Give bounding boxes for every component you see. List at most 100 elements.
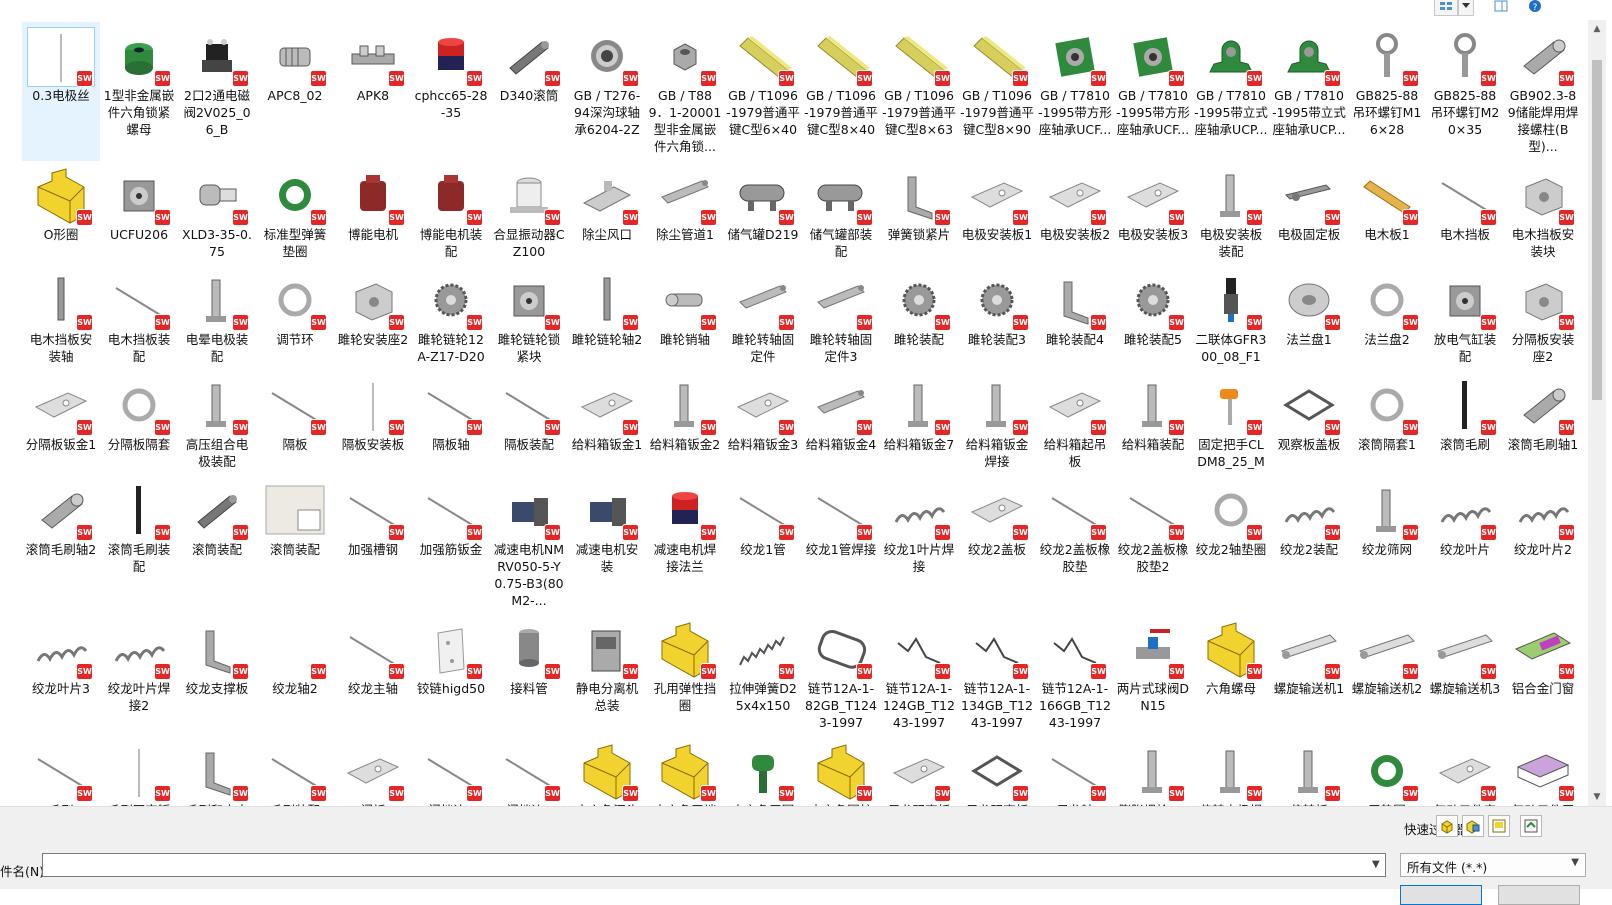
file-item[interactable]: SW 拉伸弹簧D25x4x150 (724, 615, 802, 737)
file-item[interactable]: SW膨胀螺栓M16x140 (1114, 737, 1192, 806)
filename-input[interactable] (42, 853, 1386, 877)
file-item[interactable]: SW毛刷装配 (256, 737, 334, 806)
filter-assemblies-icon[interactable] (1462, 815, 1484, 837)
file-item[interactable]: SW 合显振动器CZ100 (490, 161, 568, 266)
file-item[interactable]: SW 弹簧锁紧片 (880, 161, 958, 266)
file-item[interactable]: SW UCFU206 (100, 161, 178, 266)
file-item[interactable]: SW 滚筒毛刷轴2 (22, 476, 100, 615)
file-item[interactable]: SW 螺旋输送机1 (1270, 615, 1348, 737)
file-item[interactable]: SW 减速电机NMRV050-5-Y0.75-B3(80M2-... (490, 476, 568, 615)
file-item[interactable]: SW cphcc65-28-35 (412, 22, 490, 161)
file-item[interactable]: SW 分隔板钣金1 (22, 371, 100, 476)
file-item[interactable]: SW 二联体GFR300_08_F1 (1192, 266, 1270, 371)
file-item[interactable]: SW 高压组合电极装配 (178, 371, 256, 476)
file-item[interactable]: SW毛刷和电木挡板装配 (178, 737, 256, 806)
file-item[interactable]: SW内六角平圆头螺钉 (724, 737, 802, 806)
file-item[interactable]: SW 绞龙2盖板橡胶垫 (1036, 476, 1114, 615)
file-item[interactable]: SW 电木挡板 (1426, 161, 1504, 266)
vertical-scrollbar[interactable]: ▲ ▼ (1588, 20, 1606, 806)
file-item[interactable]: SW GB / T276-94深沟球轴承6204-2Z (568, 22, 646, 161)
file-list-view[interactable]: SW 0.3电极丝 SW 1型非金属嵌件六角锁紧螺母 SW 2口2通电磁阀2V025_06… (22, 22, 1588, 806)
file-item[interactable]: SW 绞龙叶片3 (22, 615, 100, 737)
file-item[interactable]: SW GB / T7810-1995带立式座轴承UCP... (1192, 22, 1270, 161)
file-item[interactable]: SW 分隔板安装座2 (1504, 266, 1582, 371)
file-item[interactable]: SW 静电分离机总装 (568, 615, 646, 737)
file-item[interactable]: SW 加强槽钢 (334, 476, 412, 615)
file-item[interactable]: SW GB / T7810-1995带立式座轴承UCP... (1270, 22, 1348, 161)
file-item[interactable]: SW 孔用弹性挡圈 (646, 615, 724, 737)
file-item[interactable]: SW 铰链higd50 (412, 615, 490, 737)
file-item[interactable]: SW 雎轮装配 (880, 266, 958, 371)
file-item[interactable]: SW 雎轮装配5 (1114, 266, 1192, 371)
file-item[interactable]: SW 雎轮转轴固定件3 (802, 266, 880, 371)
help-icon[interactable]: ? (1524, 0, 1546, 16)
preview-pane-icon[interactable] (1488, 0, 1514, 16)
file-item[interactable]: SW 观察板盖板 (1270, 371, 1348, 476)
file-item[interactable]: SW 博能电机装配 (412, 161, 490, 266)
file-item[interactable]: SW GB / T7810-1995带方形座轴承UCF... (1114, 22, 1192, 161)
file-item[interactable]: SW D340滚筒 (490, 22, 568, 161)
file-item[interactable]: SW 雎轮链轮轴2 (568, 266, 646, 371)
filter-toplevel-icon[interactable] (1520, 815, 1542, 837)
file-item[interactable]: SW 加强筋钣金 (412, 476, 490, 615)
file-item[interactable]: SW 绞龙叶片焊接2 (100, 615, 178, 737)
file-item[interactable]: SW 储气罐部装配 (802, 161, 880, 266)
file-item[interactable]: SW GB / T1096-1979普通平键C型6×40 (724, 22, 802, 161)
file-item[interactable]: SW GB / T1096-1979普通平键C型8×90 (958, 22, 1036, 161)
file-item[interactable]: SW 绞龙支撑板 (178, 615, 256, 737)
file-item[interactable]: SW气动元件屏蔽板 (1504, 737, 1582, 806)
file-item[interactable]: SW 绞龙2盖板 (958, 476, 1036, 615)
file-item[interactable]: SW 法兰盘1 (1270, 266, 1348, 371)
file-item[interactable]: SW 电极安装板装配 (1192, 161, 1270, 266)
file-item[interactable]: SW 给料箱钣金4 (802, 371, 880, 476)
file-item[interactable]: SW 绞龙主轴 (334, 615, 412, 737)
filter-parts-icon[interactable] (1436, 815, 1458, 837)
file-item[interactable]: SW APC8_02 (256, 22, 334, 161)
file-item[interactable]: SW 电极安装板2 (1036, 161, 1114, 266)
file-item[interactable]: SW内六角圆柱头螺钉 (802, 737, 880, 806)
file-item[interactable]: SW 链节12A-1-82GB_T1243-1997 (802, 615, 880, 737)
filter-drawings-icon[interactable] (1488, 815, 1510, 837)
file-item[interactable]: SW毛刷固定钣金2 (100, 737, 178, 806)
file-item[interactable]: SW GB / T1096-1979普通平键C型8×40 (802, 22, 880, 161)
scrollbar-thumb[interactable] (1592, 60, 1602, 400)
file-item[interactable]: SW 滚筒毛刷装配 (100, 476, 178, 615)
file-item[interactable]: SW 雎轮装配3 (958, 266, 1036, 371)
file-item[interactable]: SW 给料箱装配 (1114, 371, 1192, 476)
file-item[interactable]: SW 电木挡板安装块 (1504, 161, 1582, 266)
file-item[interactable]: SW 除尘管道1 (646, 161, 724, 266)
file-item[interactable]: SW 链节12A-1-124GB_T1243-1997 (880, 615, 958, 737)
file-item[interactable]: SW 储气罐D219 (724, 161, 802, 266)
file-item[interactable]: SW 螺旋输送机2 (1348, 615, 1426, 737)
file-item[interactable]: SW 标准型弹簧垫圈 (256, 161, 334, 266)
filetype-select[interactable]: 所有文件 (*.*) ▼ (1400, 853, 1586, 877)
file-item[interactable]: SW 隔板安装板 (334, 371, 412, 476)
file-item[interactable]: SW气动元件安装板 (1426, 737, 1504, 806)
file-item[interactable]: SW 两片式球阀DN15 (1114, 615, 1192, 737)
file-item[interactable]: SW GB825-88吊环螺钉M16×28 (1348, 22, 1426, 161)
file-item[interactable]: SW门挡边2 (490, 737, 568, 806)
file-item[interactable]: SW 绞龙1管 (724, 476, 802, 615)
file-item[interactable]: SW 雎轮转轴固定件 (724, 266, 802, 371)
file-item[interactable]: SW尼龙轴 (1036, 737, 1114, 806)
file-item[interactable]: SW 绞龙2盖板橡胶垫2 (1114, 476, 1192, 615)
file-item[interactable]: 滚筒装配 (256, 476, 334, 615)
file-item[interactable]: SW 给料箱钣金2 (646, 371, 724, 476)
file-item[interactable]: SW GB825-88吊环螺钉M20×35 (1426, 22, 1504, 161)
file-item[interactable]: SW 1型非金属嵌件六角锁紧螺母 (100, 22, 178, 161)
file-item[interactable]: SW 绞龙轴2 (256, 615, 334, 737)
file-item[interactable]: SW GB / T7810-1995带方形座轴承UCF... (1036, 22, 1114, 161)
file-item[interactable]: SW 链节12A-1-134GB_T1243-1997 (958, 615, 1036, 737)
file-item[interactable]: SW 给料箱钣金7 (880, 371, 958, 476)
file-item[interactable]: SW 博能电机 (334, 161, 412, 266)
file-item[interactable]: SW 电极固定板 (1270, 161, 1348, 266)
file-item[interactable]: SW 雎轮安装座2 (334, 266, 412, 371)
file-item[interactable]: SW 调节环 (256, 266, 334, 371)
file-item[interactable]: SW门挡边1 (412, 737, 490, 806)
file-item[interactable]: SW 雎轮装配4 (1036, 266, 1114, 371)
file-item[interactable]: SW O形圈 (22, 161, 100, 266)
open-button[interactable] (1400, 885, 1482, 905)
file-item[interactable]: SW 0.3电极丝 (22, 22, 100, 161)
file-item[interactable]: SW 绞龙叶片2 (1504, 476, 1582, 615)
file-item[interactable]: SW 滚筒装配 (178, 476, 256, 615)
